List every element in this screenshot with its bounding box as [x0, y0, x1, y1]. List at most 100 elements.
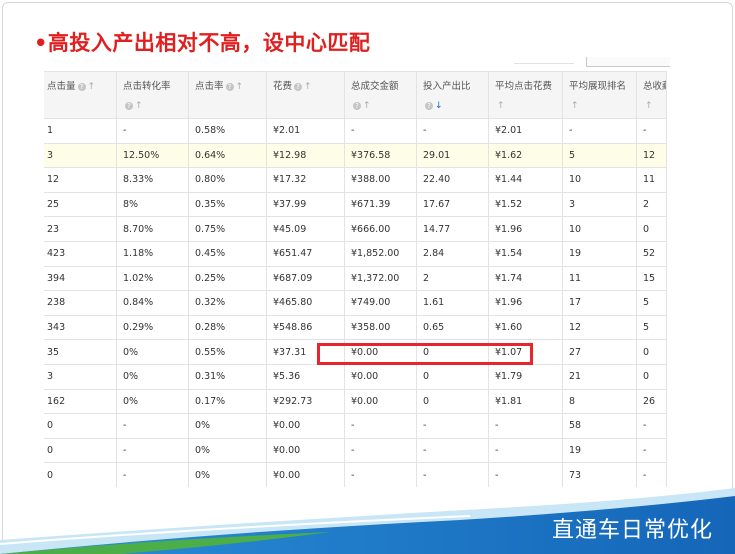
table-cell: ¥749.00: [344, 290, 417, 316]
table-cell: 12: [44, 167, 117, 193]
report-table: 点击量? ↑ 点击转化率? ↑ 点击率? ↑ 花费? ↑ 总成交金额? ↑ 投入产出比? ↓ 平均点击花…: [44, 71, 667, 487]
table-row[interactable]: 162 0% 0.17% ¥292.73 ¥0.00 0 ¥1.81 8 26: [44, 388, 667, 415]
table-row[interactable]: 0-0% ¥0.00- - -58-: [44, 413, 667, 439]
column-header[interactable]: 平均点击花费 ↑: [488, 71, 563, 119]
table-cell: 0.45%: [188, 240, 267, 267]
table-row[interactable]: 394 1.02% 0.25% ¥687.09 ¥1,372.00 2 ¥1.74 11 15: [44, 265, 667, 292]
table-cell: 0%: [116, 388, 189, 415]
table-row[interactable]: 238 0.84% 0.32% ¥465.80 ¥749.00 1.61 ¥1.96 17 5: [44, 290, 667, 316]
table-cell: 1.61: [416, 290, 489, 316]
table-row[interactable]: 25 8% 0.35% ¥37.99 ¥671.39 17.67 ¥1.52 3 2: [44, 191, 667, 218]
table-row[interactable]: 3 12.50% 0.64% ¥12.98 ¥376.58 29.01 ¥1.62 5 12: [44, 142, 667, 169]
question-circle-icon[interactable]: ?: [294, 82, 303, 91]
table-cell: ¥292.73: [266, 388, 345, 415]
table-row[interactable]: 423 1.18% 0.45% ¥651.47 ¥1,852.00 2.84 ¥1.54 19…: [44, 240, 667, 267]
table-cell: ¥1.52: [488, 191, 563, 218]
table-cell: 0.80%: [188, 167, 267, 193]
table-cell: 21: [562, 363, 637, 390]
table-row[interactable]: 343 0.29% 0.28% ¥548.86 ¥358.00 0.65 ¥1.60 12 5: [44, 314, 667, 341]
toolbar-label-cutoff: [514, 57, 574, 64]
table-cell: ¥651.47: [266, 240, 345, 267]
table-cell: 0.84%: [116, 290, 189, 316]
table-cell: -: [488, 437, 563, 464]
sort-up-icon[interactable]: ↑: [135, 101, 143, 111]
table-cell: -: [116, 437, 189, 464]
table-cell: 25: [44, 191, 117, 218]
table-cell: ¥1.54: [488, 240, 563, 267]
table-cell: 0%: [188, 437, 267, 464]
table-cell: 8: [562, 388, 637, 415]
table-cell: ¥37.99: [266, 191, 345, 218]
sort-up-icon[interactable]: ↑: [571, 101, 579, 111]
table-cell: ¥17.32: [266, 167, 345, 193]
table-cell: 1: [44, 118, 117, 144]
column-header-label: 花费: [273, 81, 293, 92]
table-cell: ¥358.00: [344, 314, 417, 341]
sort-up-icon[interactable]: ↑: [88, 82, 96, 92]
table-cell: ¥5.36: [266, 363, 345, 390]
table-cell: 0: [44, 413, 117, 439]
table-cell: 0.28%: [188, 314, 267, 341]
column-header[interactable]: 平均展现排名 ↑: [562, 71, 637, 119]
table-cell: 0: [636, 216, 667, 242]
question-circle-icon[interactable]: ?: [353, 101, 361, 110]
table-row[interactable]: 3 0% 0.31% ¥5.36 ¥0.00 0 ¥1.79 21 0: [44, 363, 667, 390]
sort-up-icon[interactable]: ↑: [236, 82, 244, 92]
filter-select[interactable]: [586, 57, 670, 67]
table-cell: 19: [562, 240, 637, 267]
column-header-label: 点击量: [47, 81, 76, 92]
table-cell: 58: [562, 413, 637, 439]
table-cell: 8.33%: [116, 167, 189, 193]
sort-up-icon[interactable]: ↑: [363, 101, 371, 111]
table-cell: ¥388.00: [344, 167, 417, 193]
table-cell: 10: [562, 216, 637, 242]
column-header[interactable]: 点击转化率? ↑: [116, 71, 189, 119]
table-cell: 12: [562, 314, 637, 341]
table-cell: 17: [562, 290, 637, 316]
column-header[interactable]: 点击率? ↑: [188, 71, 267, 119]
table-cell: -: [116, 118, 189, 144]
column-header[interactable]: 花费? ↑: [266, 71, 345, 119]
table-cell: ¥1.96: [488, 290, 563, 316]
table-cell: 0.58%: [188, 118, 267, 144]
table-cell: 35: [44, 339, 117, 365]
column-header-label: 点击率: [195, 81, 224, 92]
table-cell: 1.02%: [116, 265, 189, 292]
table-row[interactable]: 12 8.33% 0.80% ¥17.32 ¥388.00 22.40 ¥1.44 10 11: [44, 167, 667, 193]
sort-up-icon[interactable]: ↑: [304, 82, 312, 92]
table-cell: 0: [416, 388, 489, 415]
table-cell: 2: [636, 191, 667, 218]
table-cell: 0.17%: [188, 388, 267, 415]
table-cell: 3: [562, 191, 637, 218]
table-cell: ¥1.62: [488, 142, 563, 169]
table-header-row: 点击量? ↑ 点击转化率? ↑ 点击率? ↑ 花费? ↑ 总成交金额? ↑ 投入产出比? ↓ 平均点击花…: [44, 71, 667, 119]
data-table-screenshot: 点击量? ↑ 点击转化率? ↑ 点击率? ↑ 花费? ↑ 总成交金额? ↑ 投入产出比? ↓ 平均点击花…: [44, 57, 670, 487]
question-circle-icon[interactable]: ?: [425, 101, 433, 110]
sort-up-icon[interactable]: ↑: [497, 101, 505, 111]
table-cell: 343: [44, 314, 117, 341]
table-cell: 0.29%: [116, 314, 189, 341]
column-header[interactable]: 点击量? ↑: [44, 71, 117, 119]
table-cell: 14.77: [416, 216, 489, 242]
table-cell: -: [636, 413, 667, 439]
table-cell: 0.35%: [188, 191, 267, 218]
column-header[interactable]: 投入产出比? ↓: [416, 71, 489, 119]
table-cell: 0.64%: [188, 142, 267, 169]
sort-up-icon[interactable]: ↑: [645, 101, 653, 111]
table-cell: -: [344, 437, 417, 464]
table-cell: 0: [416, 363, 489, 390]
table-cell: -: [416, 437, 489, 464]
question-circle-icon[interactable]: ?: [225, 82, 234, 91]
table-cell: 29.01: [416, 142, 489, 169]
question-circle-icon[interactable]: ?: [77, 82, 86, 91]
column-header[interactable]: 总成交金额? ↑: [344, 71, 417, 119]
table-cell: ¥1.44: [488, 167, 563, 193]
table-row[interactable]: 1-0.58% ¥2.01- - ¥2.01- -: [44, 118, 667, 144]
column-header[interactable]: 总收藏 ↑: [636, 71, 667, 119]
sort-down-icon[interactable]: ↓: [435, 101, 443, 111]
table-cell: 8%: [116, 191, 189, 218]
table-row[interactable]: 0-0% ¥0.00- - -19-: [44, 437, 667, 464]
question-circle-icon[interactable]: ?: [125, 101, 133, 110]
table-cell: 11: [636, 167, 667, 193]
table-row[interactable]: 23 8.70% 0.75% ¥45.09 ¥666.00 14.77 ¥1.96 10 0: [44, 216, 667, 242]
